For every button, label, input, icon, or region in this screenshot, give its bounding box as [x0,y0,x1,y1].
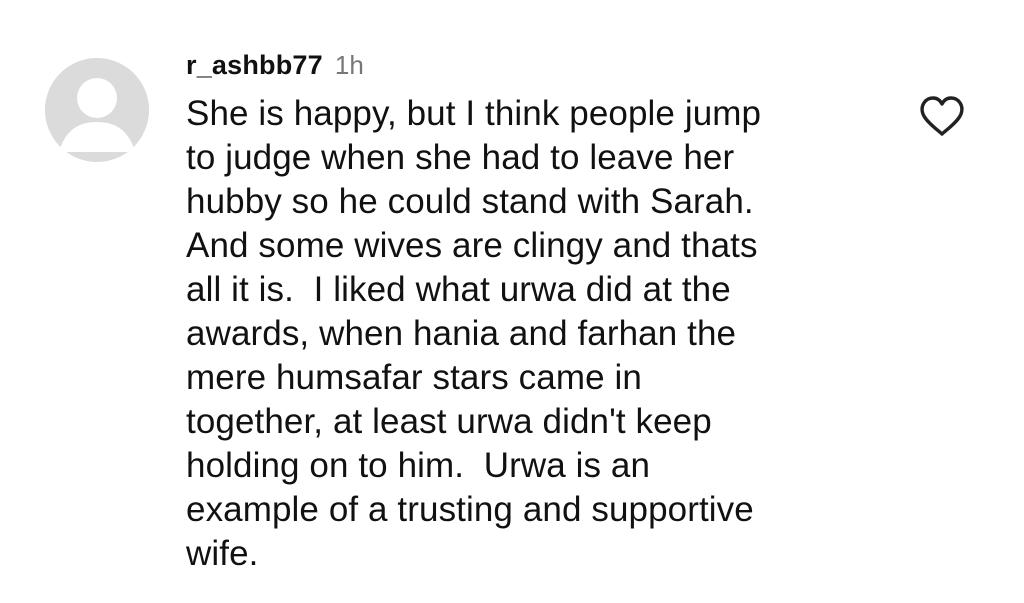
default-user-avatar-icon [45,58,149,162]
user-avatar[interactable] [45,58,149,162]
comment-content: r_ashbb77 1h She is happy, but I think p… [186,50,906,576]
comment-username[interactable]: r_ashbb77 [186,50,323,81]
comment-meta: r_ashbb77 1h [186,50,906,92]
comment-timestamp: 1h [334,50,364,80]
comment-screen: r_ashbb77 1h She is happy, but I think p… [0,0,1024,603]
heart-outline-icon [920,96,964,136]
like-button[interactable] [916,92,968,140]
comment-text: She is happy, but I think people jump to… [186,94,762,573]
